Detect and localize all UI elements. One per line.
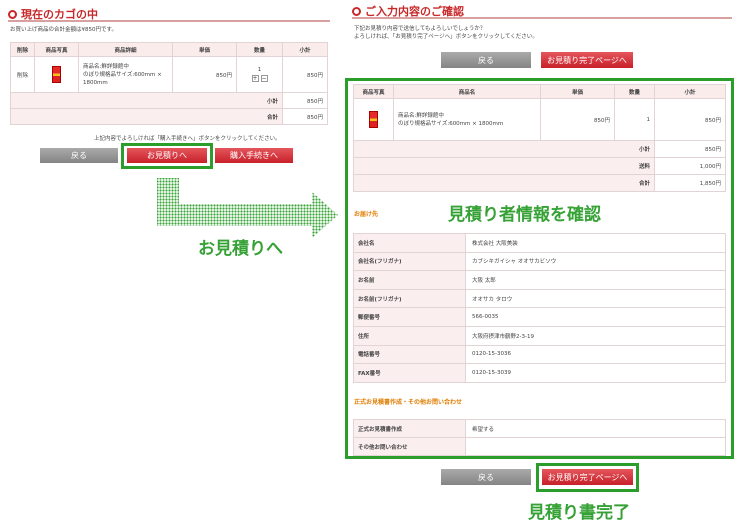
info-value: カブシキガイシャ オオサカビソウ xyxy=(465,251,726,272)
arrow-caption: お見積りへ xyxy=(198,239,283,259)
info-label: 郵便番号 xyxy=(353,307,466,327)
formal-label: 正式お見積書作成 xyxy=(353,419,466,438)
total-label: 合計 xyxy=(353,174,655,192)
info-label: FAX番号 xyxy=(353,363,466,383)
col-header-qty: 数量 xyxy=(614,84,655,99)
back-button[interactable]: 戻る xyxy=(441,52,531,68)
formal-value xyxy=(465,437,726,456)
info-label: お名前 xyxy=(353,270,466,290)
info-value: 0120-15-3039 xyxy=(465,363,726,383)
table-row: お名前 大阪 太郎 xyxy=(353,270,726,290)
col-header-photo: 商品写真 xyxy=(353,84,394,99)
total-value: 1,850円 xyxy=(654,174,726,192)
confirm-note-1: 下記お見積り内容で送信してもよろしいでしょうか？ xyxy=(354,26,486,32)
shipping-value: 1,000円 xyxy=(654,157,726,175)
table-row: 商品名:鮮詳録館中 のぼり規格品サイズ:600mm × 1800mm 850円 … xyxy=(353,98,726,141)
formal-value: 希望する xyxy=(465,419,726,438)
product-size: のぼり規格品サイズ:600mm × 1800mm xyxy=(398,120,504,127)
info-overlay-caption: 見積り者情報を確認 xyxy=(448,205,601,225)
table-row: FAX番号 0120-15-3039 xyxy=(353,363,726,383)
circle-bullet-icon xyxy=(352,6,361,16)
info-value: 0120-15-3036 xyxy=(465,344,726,365)
info-label: 会社名 xyxy=(353,233,466,253)
confirm-note-2: よろしければ、「お見積り完了ページへ」ボタンをクリックしてください。 xyxy=(354,34,538,40)
shipping-label: 送料 xyxy=(353,157,655,175)
info-value: 株式会社 大阪美装 xyxy=(465,233,726,253)
table-row: 正式お見積書作成 希望する xyxy=(353,419,726,438)
product-image xyxy=(369,111,378,128)
table-row: その他お問い合わせ xyxy=(353,437,726,456)
title-divider xyxy=(352,17,732,19)
back-button[interactable]: 戻る xyxy=(441,469,531,485)
table-row: お名前(フリガナ) オオサカ タロウ xyxy=(353,288,726,309)
table-row: 会社名 株式会社 大阪美装 xyxy=(353,233,726,253)
subtotal-value: 850円 xyxy=(654,140,726,158)
bottom-caption: 見積り書完了 xyxy=(528,503,630,523)
subtotal-label: 小計 xyxy=(353,140,655,158)
info-label: 会社名(フリガナ) xyxy=(353,251,466,272)
info-label: 電話番号 xyxy=(353,344,466,365)
table-row: 会社名(フリガナ) カブシキガイシャ オオサカビソウ xyxy=(353,251,726,272)
info-value: オオサカ タロウ xyxy=(465,288,726,309)
estimate-table: 商品写真 商品名 単価 数量 小計 商品名:鮮詳録館中 のぼり規格品サイズ:60… xyxy=(353,84,726,192)
info-value: 566-0035 xyxy=(465,307,726,327)
row-subtotal: 850円 xyxy=(654,98,726,141)
info-label: 住所 xyxy=(353,325,466,346)
col-header-price: 単価 xyxy=(540,84,615,99)
product-name: 商品名:鮮詳録館中 xyxy=(398,112,444,119)
delivery-heading: お届け先 xyxy=(354,211,379,218)
formal-label: その他お問い合わせ xyxy=(353,437,466,456)
formal-table: 正式お見積書作成 希望する その他お問い合わせ xyxy=(353,419,726,456)
col-header-subtotal: 小計 xyxy=(654,84,726,99)
info-value: 大阪府摂津市鶴野2-3-19 xyxy=(465,325,726,346)
unit-price: 850円 xyxy=(540,98,615,141)
info-value: 大阪 太郎 xyxy=(465,270,726,290)
complete-button[interactable]: お見積り完了ページへ xyxy=(542,469,633,485)
formal-heading: 正式お見積書作成・その他お問い合わせ xyxy=(354,399,463,406)
info-label: お名前(フリガナ) xyxy=(353,288,466,309)
table-row: 住所 大阪府摂津市鶴野2-3-19 xyxy=(353,325,726,346)
table-row: 電話番号 0120-15-3036 xyxy=(353,344,726,365)
table-row: 郵便番号 566-0035 xyxy=(353,307,726,327)
complete-button[interactable]: お見積り完了ページへ xyxy=(541,52,633,68)
customer-info-table: 会社名 株式会社 大阪美装 会社名(フリガナ) カブシキガイシャ オオサカビソウ… xyxy=(353,233,726,383)
col-header-name: 商品名 xyxy=(393,84,541,99)
quantity-value: 1 xyxy=(614,98,655,141)
